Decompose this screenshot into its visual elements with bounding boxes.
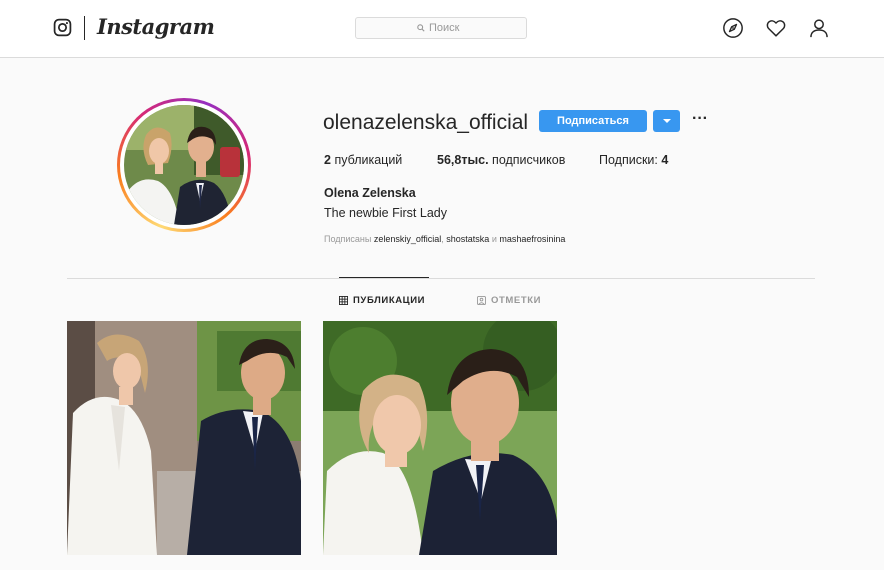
tabs-divider <box>67 278 815 279</box>
followed-by-label: Подписаны <box>324 234 372 244</box>
followed-by-line[interactable]: Подписаны zelenskiy_official, shostatska… <box>324 234 565 244</box>
more-options-button[interactable]: ··· <box>689 110 711 132</box>
posts-count-label: публикаций <box>334 153 403 167</box>
post-thumbnail[interactable] <box>323 321 557 555</box>
profile-avatar[interactable] <box>117 98 251 232</box>
tab-posts[interactable]: ПУБЛИКАЦИИ <box>339 295 425 306</box>
tag-icon <box>477 296 486 305</box>
posts-count: 2 публикаций <box>324 153 402 167</box>
post-thumbnail[interactable] <box>67 321 301 555</box>
followers-count-link[interactable]: 56,8тыс. подписчиков <box>437 153 565 167</box>
search-box[interactable] <box>355 17 527 39</box>
top-navigation-bar: Instagram <box>0 0 884 58</box>
heart-icon[interactable] <box>765 17 787 39</box>
chevron-down-icon <box>662 119 671 123</box>
tab-tagged-label: ОТМЕТКИ <box>491 295 542 306</box>
profile-full-name: Olena Zelenska <box>324 186 416 200</box>
logo-divider <box>84 16 85 40</box>
profile-bio: The newbie First Lady <box>324 206 447 220</box>
followers-count-label: подписчиков <box>492 153 566 167</box>
post-image <box>323 321 557 555</box>
tab-posts-label: ПУБЛИКАЦИИ <box>353 295 426 306</box>
tab-tagged[interactable]: ОТМЕТКИ <box>477 295 541 306</box>
posts-count-value: 2 <box>324 153 331 167</box>
following-count-label: Подписки: <box>599 153 658 167</box>
profile-username: olenazelenska_official <box>323 111 529 134</box>
compass-icon[interactable] <box>722 17 744 39</box>
follow-button[interactable]: Подписаться <box>539 110 647 132</box>
active-tab-indicator <box>339 277 429 278</box>
followed-by-and: и <box>491 234 497 244</box>
instagram-wordmark[interactable]: Instagram <box>97 14 215 39</box>
search-input[interactable] <box>429 22 465 34</box>
suggestions-dropdown-button[interactable] <box>653 110 680 132</box>
avatar-photo <box>124 105 244 225</box>
following-count-value: 4 <box>661 153 669 167</box>
post-image <box>67 321 301 555</box>
instagram-camera-icon[interactable] <box>53 18 72 37</box>
search-icon <box>417 24 425 32</box>
followed-by-account-link[interactable]: zelenskiy_official <box>374 234 441 244</box>
user-icon[interactable] <box>808 17 830 39</box>
grid-icon <box>339 296 348 305</box>
followed-by-account-link[interactable]: mashaefrosinina <box>499 234 565 244</box>
following-count-link[interactable]: Подписки: 4 <box>599 153 668 167</box>
followers-count-value: 56,8тыс. <box>437 153 489 167</box>
followed-by-account-link[interactable]: shostatska <box>446 234 489 244</box>
